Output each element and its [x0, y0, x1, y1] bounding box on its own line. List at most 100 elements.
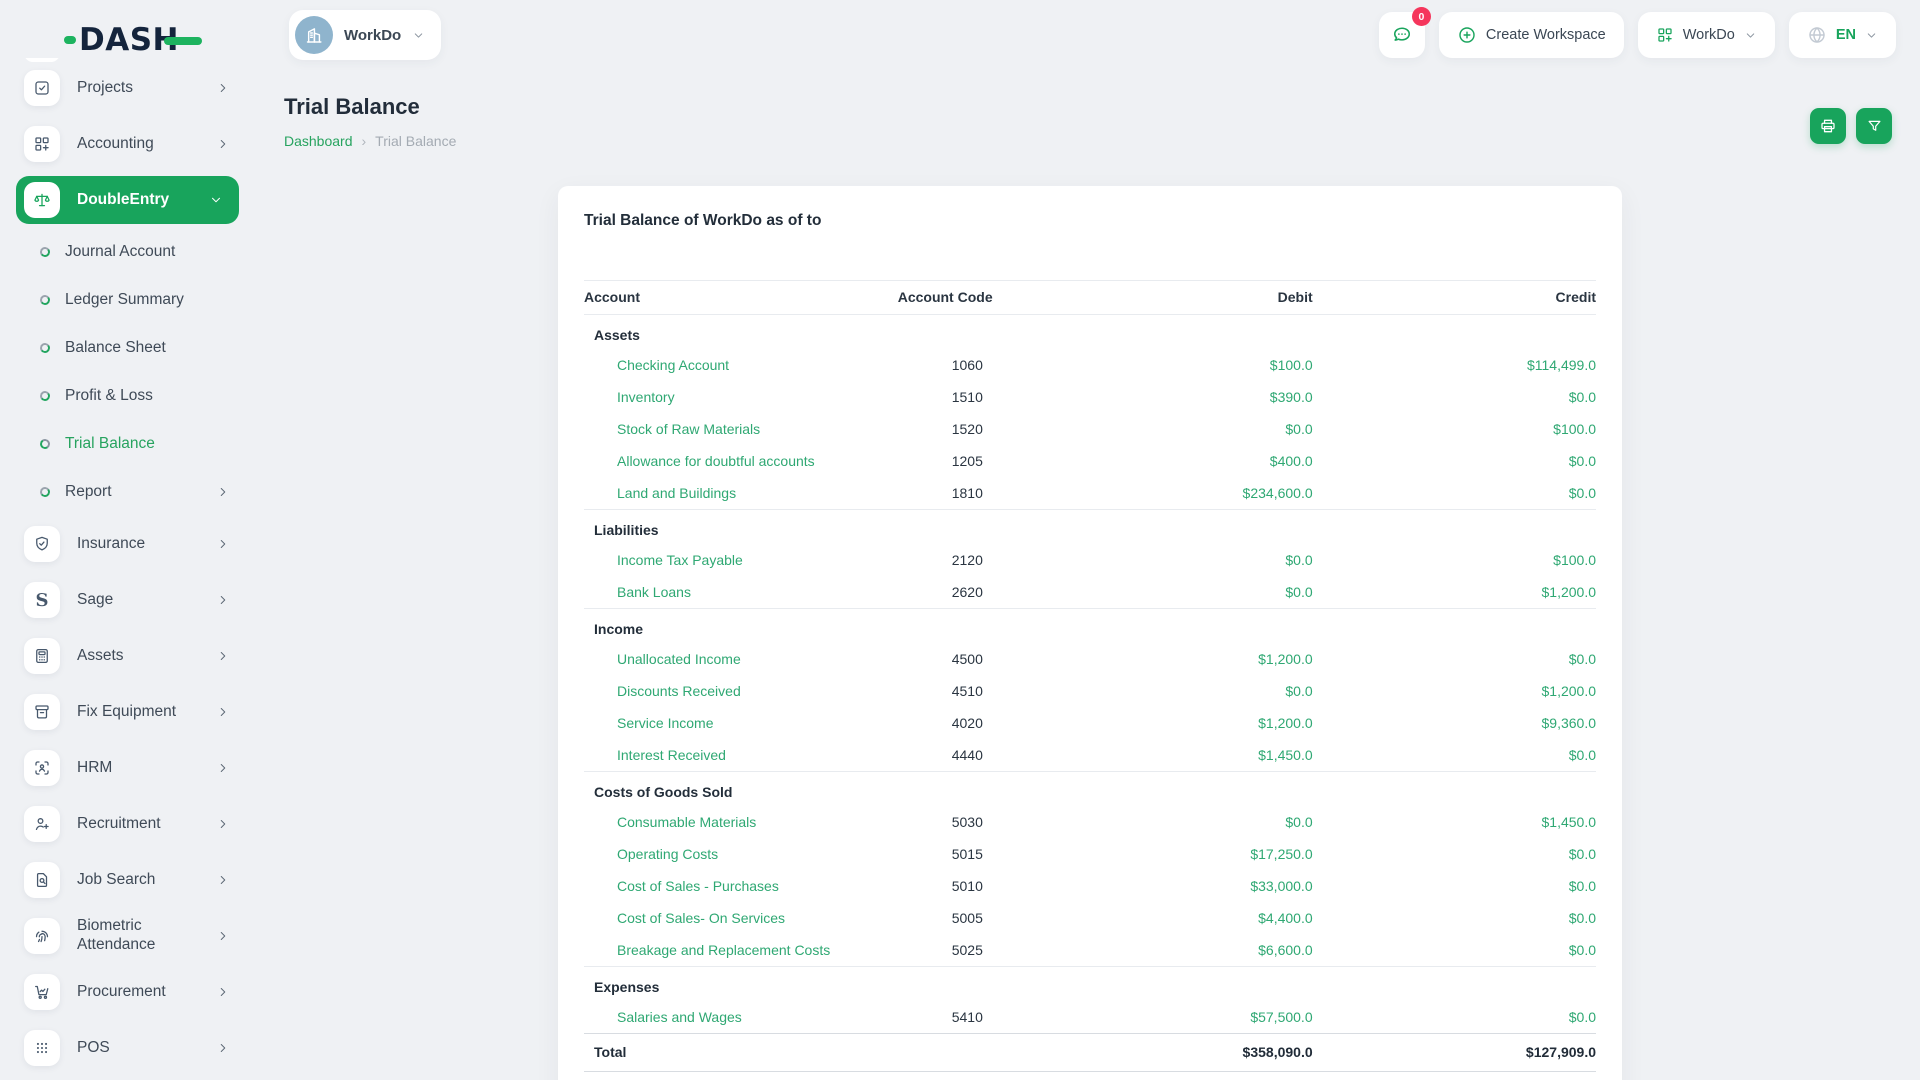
account-link[interactable]: Breakage and Replacement Costs: [617, 942, 830, 958]
account-link[interactable]: Interest Received: [617, 747, 726, 763]
breadcrumb-dashboard-link[interactable]: Dashboard: [284, 133, 353, 149]
sidebar-subitem-label: Ledger Summary: [65, 291, 184, 308]
chevron-right-icon: [216, 705, 230, 719]
account-link[interactable]: Land and Buildings: [617, 485, 736, 501]
sidebar-subitem-label: Journal Account: [65, 243, 176, 260]
account-row-land-and-buildings: Land and Buildings 1810 $234,600.0 $0.0: [584, 477, 1596, 510]
workspace-switcher-button[interactable]: WorkDo: [1637, 12, 1775, 58]
chevron-right-icon: [216, 985, 230, 999]
account-cell: Stock of Raw Materials: [584, 413, 898, 445]
account-link[interactable]: Bank Loans: [617, 584, 691, 600]
globe-icon: [1807, 25, 1827, 45]
account-link[interactable]: Operating Costs: [617, 846, 718, 862]
chevron-right-icon: [216, 649, 230, 663]
account-code-cell: 1205: [951, 452, 983, 469]
sidebar-item-label: Sage: [77, 590, 114, 608]
account-row-bank-loans: Bank Loans 2620 $0.0 $1,200.0: [584, 576, 1596, 609]
sidebar-item-label: Job Search: [77, 870, 156, 888]
bullet-icon: [39, 438, 51, 450]
credit-cell: $1,200.0: [1541, 583, 1597, 600]
sidebar-item-accounting[interactable]: Accounting: [0, 116, 260, 172]
debit-cell: $1,200.0: [1258, 650, 1313, 667]
sidebar-item-projects[interactable]: Projects: [0, 60, 260, 116]
account-link[interactable]: Income Tax Payable: [617, 552, 743, 568]
credit-cell: $0.0: [1568, 650, 1596, 667]
empty-cell: [1312, 509, 1596, 544]
chevron-down-icon: [1865, 29, 1878, 42]
account-link[interactable]: Unallocated Income: [617, 651, 741, 667]
account-link[interactable]: Cost of Sales- On Services: [617, 910, 785, 926]
print-button[interactable]: [1810, 108, 1846, 144]
sidebar-item-procurement[interactable]: Procurement: [0, 964, 260, 1020]
chevron-right-icon: [216, 873, 230, 887]
sidebar-item-sage[interactable]: S Sage: [0, 572, 260, 628]
sidebar: Projects Accounting DoubleEntry Journal Acc…: [0, 58, 260, 1080]
report-title: Trial Balance of WorkDo as of to: [584, 212, 822, 229]
account-link[interactable]: Checking Account: [617, 357, 729, 373]
account-cell: Cost of Sales- On Services: [584, 902, 898, 934]
messages-button[interactable]: 0: [1378, 7, 1431, 58]
sidebar-subitem-journal-account[interactable]: Journal Account: [0, 228, 260, 276]
sidebar-item-fix-equipment[interactable]: Fix Equipment: [0, 684, 260, 740]
sidebar-item-insurance[interactable]: Insurance: [0, 516, 260, 572]
sidebar-item-pos[interactable]: POS: [0, 1020, 260, 1076]
workspace-selector[interactable]: WorkDo: [289, 10, 442, 60]
account-row-interest-received: Interest Received 4440 $1,450.0 $0.0: [584, 739, 1596, 772]
sidebar-item-label: Recruitment: [77, 814, 161, 832]
sidebar-subitem-trial-balance[interactable]: Trial Balance: [0, 420, 260, 468]
main-content: Trial Balance Dashboard › Trial Balance …: [260, 72, 1920, 1080]
dot-grid-icon: [24, 1030, 60, 1066]
empty-cell: [897, 608, 1111, 643]
sidebar-item-recruitment[interactable]: Recruitment: [0, 796, 260, 852]
printer-icon: [1819, 117, 1837, 135]
account-cell: Inventory: [584, 381, 898, 413]
filter-button[interactable]: [1856, 108, 1892, 144]
building-icon: [304, 25, 324, 45]
sidebar-item-doubleentry[interactable]: DoubleEntry: [16, 176, 239, 224]
funnel-icon: [1866, 118, 1883, 135]
sidebar-subitem-label: Balance Sheet: [65, 339, 166, 356]
account-cell: Salaries and Wages: [584, 1001, 898, 1034]
account-link[interactable]: Salaries and Wages: [617, 1009, 742, 1025]
debit-cell: $17,250.0: [1250, 845, 1313, 862]
empty-cell: [897, 771, 1111, 806]
account-link[interactable]: Cost of Sales - Purchases: [617, 878, 779, 894]
debit-cell: $57,500.0: [1250, 1008, 1313, 1025]
sidebar-item-label: DoubleEntry: [77, 190, 170, 208]
breadcrumb: Dashboard › Trial Balance: [284, 133, 456, 149]
chevron-right-icon: [216, 817, 230, 831]
dash-logo[interactable]: DASH: [64, 22, 202, 58]
language-selector[interactable]: EN: [1788, 12, 1896, 58]
sidebar-subitem-balance-sheet[interactable]: Balance Sheet: [0, 324, 260, 372]
credit-cell: $0.0: [1568, 877, 1596, 894]
sidebar-subitem-report[interactable]: Report: [0, 468, 260, 516]
account-cell: Operating Costs: [584, 838, 898, 870]
sidebar-subitem-ledger-summary[interactable]: Ledger Summary: [0, 276, 260, 324]
focus-person-icon: [24, 750, 60, 786]
sidebar-item-hrm[interactable]: HRM: [0, 740, 260, 796]
account-row-unallocated-income: Unallocated Income 4500 $1,200.0 $0.0: [584, 643, 1596, 675]
empty-cell: [897, 966, 1111, 1001]
account-link[interactable]: Inventory: [617, 389, 675, 405]
chevron-down-icon: [412, 29, 425, 42]
empty-cell: [1313, 315, 1596, 350]
account-link[interactable]: Allowance for doubtful accounts: [617, 453, 815, 469]
debit-cell: $400.0: [1269, 452, 1313, 469]
sidebar-item-biometric-attendance[interactable]: Biometric Attendance: [0, 908, 260, 964]
sidebar-item-assets[interactable]: Assets: [0, 628, 260, 684]
account-link[interactable]: Consumable Materials: [617, 814, 756, 830]
sidebar-item-label: Procurement: [77, 982, 166, 1000]
bullet-icon: [39, 342, 51, 354]
sidebar-subitem-profit-loss[interactable]: Profit & Loss: [0, 372, 260, 420]
create-workspace-button[interactable]: Create Workspace: [1438, 12, 1624, 58]
account-link[interactable]: Service Income: [617, 715, 713, 731]
sidebar-subitem-label: Profit & Loss: [65, 387, 153, 404]
credit-cell: $100.0: [1553, 551, 1596, 568]
account-link[interactable]: Stock of Raw Materials: [617, 421, 760, 437]
sidebar-item-job-search[interactable]: Job Search: [0, 852, 260, 908]
account-row-cost-of-sales-on-services: Cost of Sales- On Services 5005 $4,400.0 $0…: [584, 902, 1596, 934]
account-cell: Bank Loans: [584, 576, 898, 609]
account-row-breakage-and-replacement-costs: Breakage and Replacement Costs 5025 $6,600…: [584, 934, 1596, 967]
sidebar-item-label: POS: [77, 1038, 110, 1056]
account-link[interactable]: Discounts Received: [617, 683, 741, 699]
